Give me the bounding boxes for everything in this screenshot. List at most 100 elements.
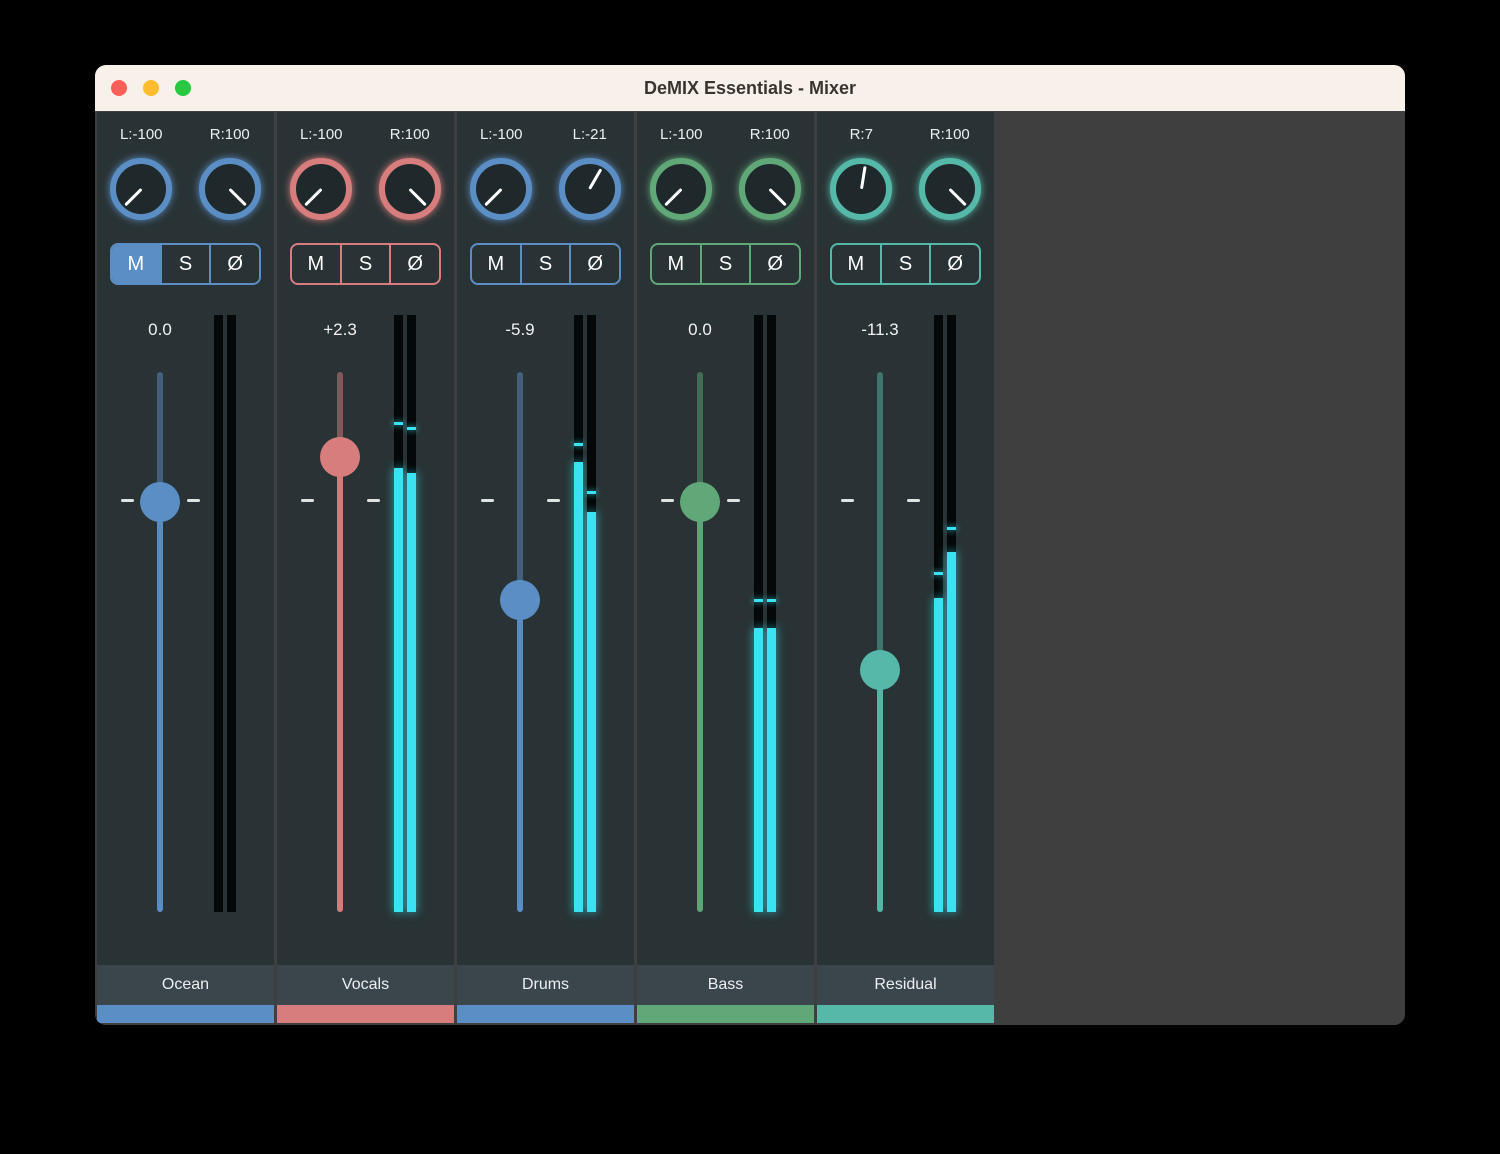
knob-pointer-icon	[769, 188, 787, 206]
pan-left-knob[interactable]	[470, 158, 532, 220]
pan-right-label: R:100	[186, 126, 275, 143]
level-meter	[394, 315, 416, 912]
level-meter	[214, 315, 236, 912]
channel-color-bar	[817, 1005, 994, 1023]
phase-button[interactable]: Ø	[931, 245, 979, 283]
fader-handle[interactable]	[500, 580, 540, 620]
mute-button[interactable]: M	[832, 245, 882, 283]
zero-mark-right	[367, 499, 380, 502]
pan-left-label: L:-100	[637, 126, 726, 143]
meter-peak	[767, 599, 776, 602]
knob-pointer-icon	[664, 188, 682, 206]
pan-left-label: L:-100	[277, 126, 366, 143]
knob-pointer-icon	[484, 188, 502, 206]
zoom-button[interactable]	[175, 80, 191, 96]
pan-right-label: L:-21	[546, 126, 635, 143]
solo-button[interactable]: S	[342, 245, 392, 283]
channel-name: Drums	[457, 965, 634, 1005]
fader-handle[interactable]	[860, 650, 900, 690]
meter-bar-left	[214, 315, 223, 912]
fader-handle[interactable]	[320, 437, 360, 477]
zero-mark-right	[907, 499, 920, 502]
mute-button[interactable]: M	[652, 245, 702, 283]
mute-button[interactable]: M	[112, 245, 162, 283]
phase-button[interactable]: Ø	[751, 245, 799, 283]
close-button[interactable]	[111, 80, 127, 96]
pan-left-knob[interactable]	[650, 158, 712, 220]
meter-peak	[934, 572, 943, 575]
meter-bar-left	[394, 315, 403, 912]
zero-mark-left	[661, 499, 674, 502]
zero-mark-left	[841, 499, 854, 502]
fader-handle[interactable]	[140, 482, 180, 522]
pan-left-knob-cell	[457, 158, 546, 220]
meter-bar-right	[407, 315, 416, 912]
channel-button-group: M S Ø	[830, 243, 981, 285]
meter-bar-right	[767, 315, 776, 912]
pan-left-knob-cell	[817, 158, 906, 220]
pan-left-label: R:7	[817, 126, 906, 143]
knob-pointer-icon	[409, 188, 427, 206]
pan-left-label: L:-100	[97, 126, 186, 143]
mute-button[interactable]: M	[292, 245, 342, 283]
fader-track-fill	[877, 670, 883, 912]
pan-right-knob[interactable]	[739, 158, 801, 220]
zero-mark-right	[187, 499, 200, 502]
meter-bar-right	[227, 315, 236, 912]
pan-right-knob-cell	[906, 158, 995, 220]
pan-right-knob[interactable]	[559, 158, 621, 220]
fader-track-fill	[517, 600, 523, 912]
phase-button[interactable]: Ø	[211, 245, 259, 283]
level-meter	[754, 315, 776, 912]
solo-button[interactable]: S	[522, 245, 572, 283]
pan-right-knob[interactable]	[919, 158, 981, 220]
meter-bar-right	[587, 315, 596, 912]
channel-name: Residual	[817, 965, 994, 1005]
meter-fill	[947, 552, 956, 912]
pan-labels: L:-100 L:-21	[457, 126, 634, 143]
knob-pointer-icon	[124, 188, 142, 206]
mute-button[interactable]: M	[472, 245, 522, 283]
knob-pointer-icon	[949, 188, 967, 206]
pan-right-label: R:100	[726, 126, 815, 143]
channel-button-group: M S Ø	[650, 243, 801, 285]
zero-mark-left	[481, 499, 494, 502]
pan-knobs	[277, 158, 454, 220]
meter-fill	[934, 598, 943, 912]
pan-left-knob[interactable]	[290, 158, 352, 220]
solo-button[interactable]: S	[882, 245, 932, 283]
fader-handle[interactable]	[680, 482, 720, 522]
gain-value: 0.0	[97, 320, 223, 340]
meter-peak	[574, 443, 583, 446]
title-bar: DeMIX Essentials - Mixer	[95, 65, 1405, 111]
meter-peak	[394, 422, 403, 425]
pan-right-knob[interactable]	[199, 158, 261, 220]
fader-track-fill	[337, 457, 343, 912]
knob-pointer-icon	[588, 168, 602, 189]
meter-fill	[767, 628, 776, 912]
meter-fill	[394, 468, 403, 912]
meter-bar-left	[754, 315, 763, 912]
traffic-lights	[111, 65, 191, 111]
pan-right-knob[interactable]	[379, 158, 441, 220]
knob-pointer-icon	[229, 188, 247, 206]
pan-left-knob-cell	[97, 158, 186, 220]
meter-peak	[587, 491, 596, 494]
meter-bar-right	[947, 315, 956, 912]
pan-left-knob[interactable]	[830, 158, 892, 220]
minimize-button[interactable]	[143, 80, 159, 96]
channel-name: Vocals	[277, 965, 454, 1005]
pan-labels: L:-100 R:100	[97, 126, 274, 143]
gain-value: +2.3	[277, 320, 403, 340]
pan-left-knob[interactable]	[110, 158, 172, 220]
meter-peak	[947, 527, 956, 530]
solo-button[interactable]: S	[702, 245, 752, 283]
phase-button[interactable]: Ø	[391, 245, 439, 283]
pan-knobs	[97, 158, 274, 220]
solo-button[interactable]: S	[162, 245, 212, 283]
pan-knobs	[637, 158, 814, 220]
channel-color-bar	[277, 1005, 454, 1023]
pan-left-knob-cell	[277, 158, 366, 220]
phase-button[interactable]: Ø	[571, 245, 619, 283]
app-window: DeMIX Essentials - Mixer X L:-100 R:100 …	[95, 65, 1405, 1025]
